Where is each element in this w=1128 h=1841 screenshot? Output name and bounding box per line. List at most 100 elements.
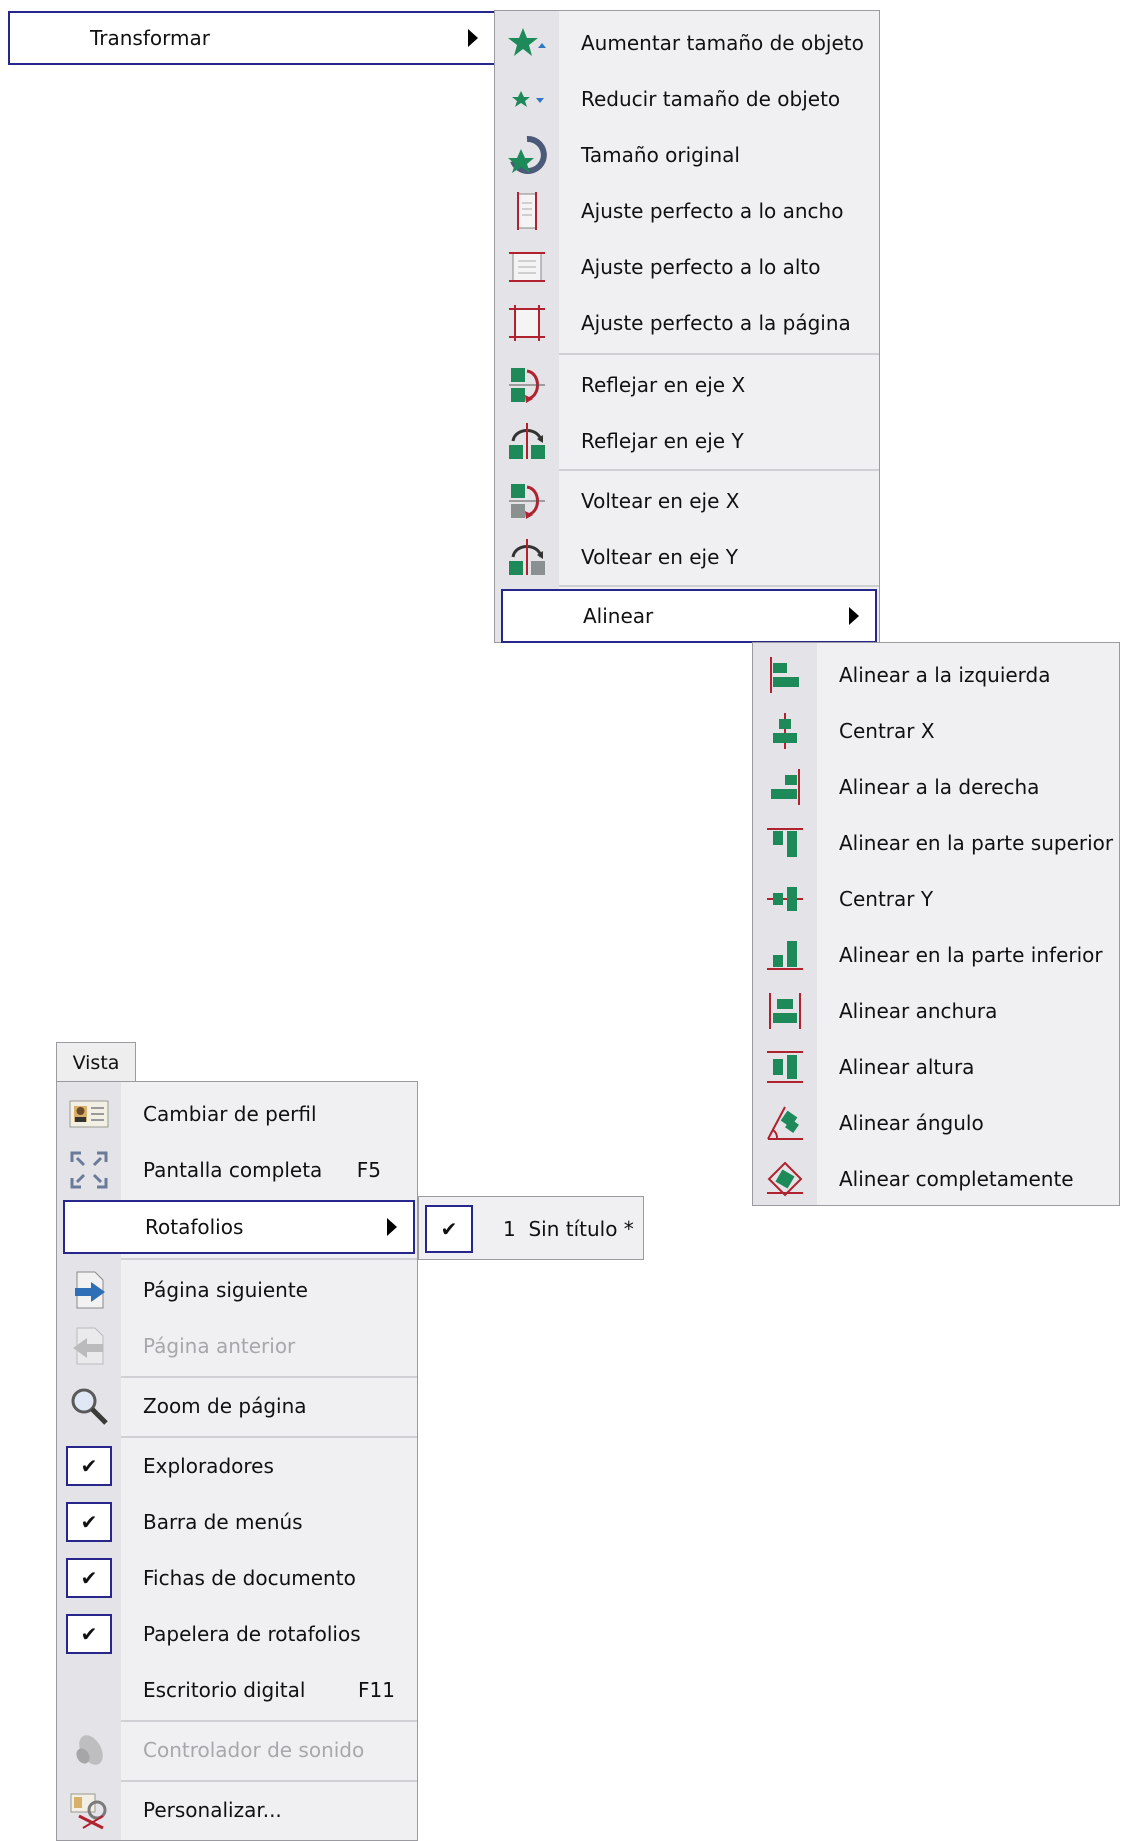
align-top-icon [761,823,809,863]
menu-item-menubar[interactable]: ✔ Barra de menús [57,1494,417,1550]
menu-item-flipchart-trash[interactable]: ✔ Papelera de rotafolios [57,1606,417,1662]
menu-item-label: Aumentar tamaño de objeto [581,31,864,55]
checkmark-icon: ✔ [65,1446,113,1486]
menu-item-fit-width[interactable]: Ajuste perfecto a lo ancho [495,183,879,239]
vista-menu: Cambiar de perfil Pantalla completa F5 R… [56,1081,418,1841]
menu-item-sound-controller[interactable]: Controlador de sonido [57,1722,417,1778]
menu-item-mirror-y[interactable]: Reflejar en eje Y [495,413,879,469]
fit-width-icon [503,191,551,231]
menu-item-align-full[interactable]: Alinear completamente [753,1151,1119,1207]
menu-item-label: Controlador de sonido [143,1738,365,1762]
menu-item-label: Zoom de página [143,1394,307,1418]
fullscreen-icon [65,1150,113,1190]
menu-item-explorers[interactable]: ✔ Exploradores [57,1438,417,1494]
transform-submenu: Aumentar tamaño de objeto Reducir tamaño… [494,10,880,643]
menu-item-shortcut: F11 [358,1678,395,1702]
menu-item-original-size[interactable]: Tamaño original [495,127,879,183]
magnifier-icon [65,1386,113,1426]
menu-item-rotafolios[interactable]: Rotafolios [63,1200,415,1254]
checkmark-icon: ✔ [65,1558,113,1598]
mirror-y-icon [503,421,551,461]
menu-item-label: Centrar X [839,719,935,743]
menu-item-label: Voltear en eje Y [581,545,738,569]
menu-item-fullscreen[interactable]: Pantalla completa F5 [57,1142,417,1198]
flip-x-icon [503,481,551,521]
menu-tab-label: Vista [72,1051,120,1074]
menu-item-next-page[interactable]: Página siguiente [57,1262,417,1318]
star-reset-icon [503,135,551,175]
menu-separator [559,353,879,355]
menu-item-fit-page[interactable]: Ajuste perfecto a la página [495,295,879,351]
customize-icon [65,1790,113,1830]
menu-item-center-x[interactable]: Centrar X [753,703,1119,759]
profile-card-icon [65,1094,113,1134]
menu-item-digital-desktop[interactable]: Escritorio digital F11 [57,1662,417,1718]
center-x-icon [761,711,809,751]
menu-item-align-width[interactable]: Alinear anchura [753,983,1119,1039]
submenu-arrow-icon [387,1218,397,1236]
menu-separator [121,1258,417,1260]
menu-item-label: Alinear altura [839,1055,975,1079]
menu-item-previous-page[interactable]: Página anterior [57,1318,417,1374]
center-y-icon [761,879,809,919]
checkmark-icon: ✔ [65,1614,113,1654]
menu-item-label: Centrar Y [839,887,934,911]
menu-item-align-left[interactable]: Alinear a la izquierda [753,647,1119,703]
menu-item-label: Reflejar en eje Y [581,429,744,453]
menu-item-label: Ajuste perfecto a la página [581,311,851,335]
menu-item-label: Página anterior [143,1334,296,1358]
menu-item-align-height[interactable]: Alinear altura [753,1039,1119,1095]
align-submenu: Alinear a la izquierda Centrar X Alinear… [752,642,1120,1206]
menu-item-align-right[interactable]: Alinear a la derecha [753,759,1119,815]
menu-item-label: Alinear en la parte superior [839,831,1114,855]
checkmark-icon: ✔ [65,1502,113,1542]
star-shrink-icon [503,79,551,119]
menu-item-label: Ajuste perfecto a lo alto [581,255,821,279]
menu-item-page-zoom[interactable]: Zoom de página [57,1378,417,1434]
check-box: ✔ [66,1558,112,1598]
menu-item-label: Alinear completamente [839,1167,1074,1191]
menu-item-label: Alinear en la parte inferior [839,943,1103,967]
submenu-arrow-icon [468,29,478,47]
menu-item-transformar[interactable]: Transformar [8,11,496,65]
menu-item-label: Escritorio digital [143,1678,306,1702]
menu-item-flipchart-untitled[interactable]: ✔ 1 Sin título * [419,1201,643,1257]
menu-item-label: Alinear a la derecha [839,775,1040,799]
menu-item-flip-y[interactable]: Voltear en eje Y [495,529,879,585]
menu-item-align-angle[interactable]: Alinear ángulo [753,1095,1119,1151]
menu-item-label: Voltear en eje X [581,489,740,513]
flip-y-icon [503,537,551,577]
menu-item-mirror-x[interactable]: Reflejar en eje X [495,357,879,413]
fit-page-icon [503,303,551,343]
menu-item-label: Alinear [583,604,654,628]
menu-item-document-tabs[interactable]: ✔ Fichas de documento [57,1550,417,1606]
menu-item-label: Alinear anchura [839,999,998,1023]
menu-item-label: Personalizar... [143,1798,282,1822]
menu-item-label: Papelera de rotafolios [143,1622,361,1646]
menu-item-align-bottom[interactable]: Alinear en la parte inferior [753,927,1119,983]
menu-item-label: Transformar [90,26,210,50]
menu-item-fit-height[interactable]: Ajuste perfecto a lo alto [495,239,879,295]
menu-item-center-y[interactable]: Centrar Y [753,871,1119,927]
menu-item-label: Alinear a la izquierda [839,663,1051,687]
align-angle-icon [761,1103,809,1143]
align-bottom-icon [761,935,809,975]
menu-tab-vista[interactable]: Vista [56,1042,136,1082]
menu-item-flip-x[interactable]: Voltear en eje X [495,473,879,529]
menu-item-alinear[interactable]: Alinear [501,589,877,643]
previous-page-icon [65,1326,113,1366]
menu-item-grow[interactable]: Aumentar tamaño de objeto [495,15,879,71]
menu-item-label: Fichas de documento [143,1566,356,1590]
menu-item-align-top[interactable]: Alinear en la parte superior [753,815,1119,871]
checkmark-icon: ✔ [425,1205,473,1253]
menu-item-shrink[interactable]: Reducir tamaño de objeto [495,71,879,127]
align-width-icon [761,991,809,1031]
menu-separator [559,469,879,471]
align-left-icon [761,655,809,695]
menu-item-label: Pantalla completa [143,1158,323,1182]
menu-item-change-profile[interactable]: Cambiar de perfil [57,1086,417,1142]
menu-item-customize[interactable]: Personalizar... [57,1782,417,1838]
menu-item-label: Exploradores [143,1454,274,1478]
align-height-icon [761,1047,809,1087]
menu-item-label: Rotafolios [145,1215,244,1239]
